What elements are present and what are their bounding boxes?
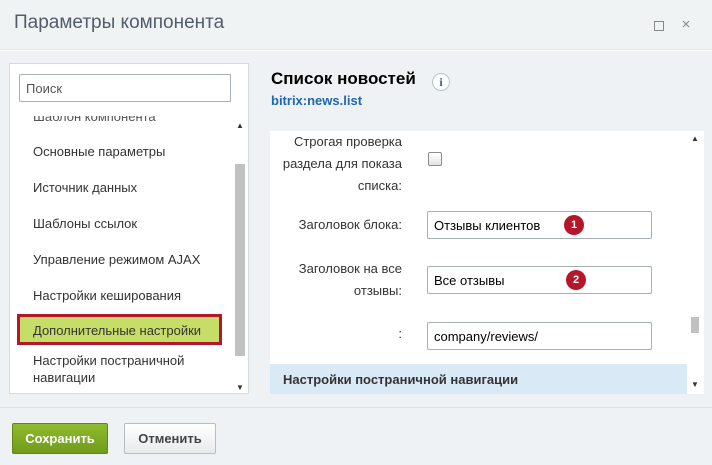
cancel-button[interactable]: Отменить (124, 423, 216, 454)
scroll-down-icon[interactable]: ▼ (688, 379, 702, 391)
scroll-up-icon[interactable]: ▲ (688, 133, 702, 145)
block-title-input[interactable] (427, 211, 652, 239)
field-label-url: : (398, 326, 402, 341)
maximize-icon[interactable] (651, 18, 665, 32)
sidebar-scrollbar[interactable]: ▲ ▼ (233, 120, 247, 394)
marker-badge-2: 2 (566, 270, 586, 290)
form-scrollbar[interactable]: ▲ ▼ (688, 131, 702, 394)
section-header-pagination[interactable]: Настройки постраничной навигации (270, 364, 687, 394)
settings-form: Строгая проверка раздела для показа спис… (270, 131, 704, 394)
sidebar-panel: Шаблон компонента Основные параметры Ист… (9, 63, 249, 394)
scrollbar-thumb[interactable] (235, 164, 245, 356)
dialog-footer: Сохранить Отменить (0, 407, 712, 465)
dialog-titlebar: Параметры компонента × (0, 0, 712, 50)
search-input[interactable] (19, 74, 231, 102)
all-reviews-title-input[interactable] (427, 266, 652, 294)
dialog-title: Параметры компонента (14, 12, 225, 33)
field-label-strict-check: Строгая проверка раздела для показа спис… (282, 134, 402, 193)
sidebar-item-url-templates[interactable]: Шаблоны ссылок (33, 215, 137, 232)
strict-check-checkbox[interactable] (428, 152, 442, 166)
save-button[interactable]: Сохранить (12, 423, 108, 454)
info-icon[interactable]: i (432, 73, 450, 91)
component-title: Список новостей (271, 69, 416, 88)
component-code: bitrix:news.list (271, 93, 363, 108)
sidebar-item-data-source[interactable]: Источник данных (33, 179, 137, 196)
field-label-all-reviews: Заголовок на все отзывы: (298, 261, 402, 298)
sidebar-item-ajax[interactable]: Управление режимом AJAX (33, 251, 200, 268)
sidebar-item-cache[interactable]: Настройки кеширования (33, 287, 181, 304)
sidebar-item-main-params[interactable]: Основные параметры (33, 143, 165, 160)
reviews-url-input[interactable] (427, 322, 652, 350)
marker-badge-1: 1 (564, 215, 584, 235)
component-panel: Список новостей i bitrix:news.list Строг… (270, 63, 704, 394)
sidebar-item-template[interactable]: Шаблон компонента (33, 116, 156, 125)
scrollbar-thumb[interactable] (691, 317, 699, 333)
sidebar-list: Шаблон компонента Основные параметры Ист… (10, 116, 234, 394)
scroll-down-icon[interactable]: ▼ (233, 382, 247, 394)
close-icon[interactable]: × (679, 17, 693, 32)
field-label-block-title: Заголовок блока: (298, 217, 402, 232)
sidebar-item-additional[interactable]: Дополнительные настройки (17, 314, 222, 345)
sidebar-item-pagination[interactable]: Настройки постраничной навигации (33, 352, 213, 386)
scroll-up-icon[interactable]: ▲ (233, 120, 247, 132)
